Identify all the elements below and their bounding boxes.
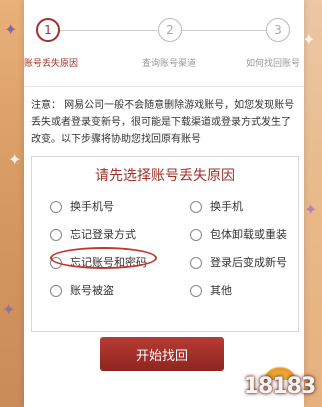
option-label: 账号被盗	[70, 284, 114, 297]
radio-icon[interactable]	[190, 285, 202, 297]
start-recovery-button[interactable]: 开始找回	[100, 337, 224, 371]
radio-icon[interactable]	[190, 257, 202, 269]
progress-steps: 1 2 3 账号丢失原因 查询账号渠道 如何找回账号	[24, 18, 304, 69]
confetti-star-icon: ✦	[304, 200, 318, 219]
option-label: 换手机号	[70, 200, 114, 213]
option-label: 换手机	[210, 200, 243, 213]
radio-icon[interactable]	[190, 201, 202, 213]
option-label: 其他	[210, 284, 232, 297]
confetti-star-icon: ✦	[4, 20, 18, 39]
radio-icon[interactable]	[190, 229, 202, 241]
watermark-logo: 18183	[237, 366, 322, 407]
panel-title: 请先选择账号丢失原因	[95, 168, 235, 184]
radio-icon[interactable]	[50, 285, 62, 297]
confetti-star-icon: ✦	[8, 150, 22, 169]
step-1-circle: 1	[36, 18, 60, 42]
watermark-text: 18183	[243, 374, 317, 399]
confetti-star-icon: ✦	[2, 300, 16, 319]
step-1-label: 账号丢失原因	[24, 59, 79, 69]
radio-icon[interactable]	[50, 201, 62, 213]
confetti-star-icon: ✦	[302, 30, 316, 49]
reason-panel: 请先选择账号丢失原因 换手机号 换手机 忘记登录方式 包体卸载或重装 忘记账号和…	[31, 156, 299, 332]
highlight-circle-annotation	[50, 247, 157, 269]
step-3-label: 如何找回账号	[246, 59, 301, 69]
radio-icon[interactable]	[50, 229, 62, 241]
option-label: 包体卸载或重装	[210, 228, 287, 241]
step-3-circle: 3	[266, 18, 290, 42]
notice-text: 注意： 网易公司一般不会随意删除游戏账号，如您发现账号丢失或者登录变新号，很可能…	[31, 100, 295, 145]
step-connector	[182, 30, 266, 31]
divider	[24, 86, 304, 87]
option-label: 忘记登录方式	[70, 228, 136, 241]
step-2-label: 查询账号渠道	[142, 59, 197, 69]
step-connector	[60, 30, 158, 31]
step-2-circle: 2	[158, 18, 182, 42]
option-label: 登录后变成新号	[210, 256, 287, 269]
recovery-card: 1 2 3 账号丢失原因 查询账号渠道 如何找回账号 注意： 网易公司一般不会随…	[24, 0, 304, 407]
